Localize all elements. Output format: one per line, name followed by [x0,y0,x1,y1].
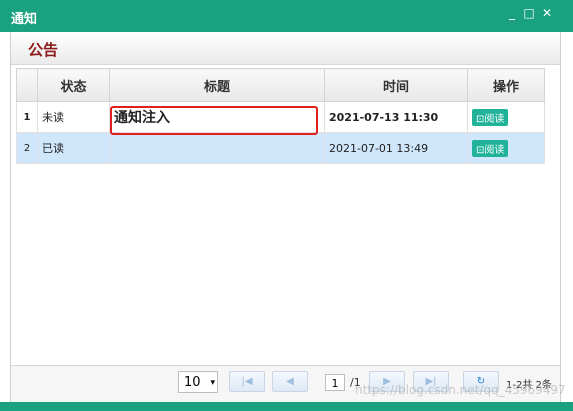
page-size-value: 10 [184,375,201,390]
table-row[interactable]: 2 已读 2021-07-01 13:49 ⊡阅读 [16,132,545,164]
first-page-icon: |◀ [241,376,253,387]
row-action-cell: ⊡阅读 [467,132,545,164]
notice-panel: 公告 状态 标题 时间 操作 1 未读 通知注入 2021-07-13 11:3… [10,32,561,404]
highlight-box [110,106,318,135]
row-number: 2 [16,132,38,164]
header-rownum [16,68,38,102]
row-status: 未读 [37,101,110,133]
row-status: 已读 [37,132,110,164]
read-button-label: 阅读 [484,113,505,125]
read-button[interactable]: ⊡阅读 [472,108,509,126]
first-page-button[interactable]: |◀ [229,371,265,392]
prev-page-icon: ◀ [286,376,294,387]
header-action[interactable]: 操作 [467,68,545,102]
maximize-icon[interactable]: □ [522,6,536,20]
window-titlebar: 通知 _ □ ✕ [0,0,573,32]
window-title: 通知 [11,12,38,27]
header-status[interactable]: 状态 [37,68,110,102]
panel-title: 公告 [28,41,59,59]
table-header-row: 状态 标题 时间 操作 [16,68,545,102]
minimize-icon[interactable]: _ [505,6,519,20]
row-action-cell: ⊡阅读 [467,101,545,133]
bottom-bar [0,402,573,411]
row-title [109,132,325,164]
row-number: 1 [16,101,38,133]
watermark: https://blog.csdn.net/qq_45969497 [355,383,566,397]
chevron-down-icon: ▾ [210,378,215,388]
header-title[interactable]: 标题 [109,68,325,102]
row-time: 2021-07-01 13:49 [324,132,468,164]
row-time: 2021-07-13 11:30 [324,101,468,133]
header-time[interactable]: 时间 [324,68,468,102]
page-size-select[interactable]: 10 ▾ [178,371,218,393]
panel-header: 公告 [11,32,560,65]
close-icon[interactable]: ✕ [540,6,554,20]
prev-page-button[interactable]: ◀ [272,371,308,392]
read-button[interactable]: ⊡阅读 [472,139,509,157]
page-number-input[interactable]: 1 [325,374,345,391]
read-button-label: 阅读 [484,144,505,156]
